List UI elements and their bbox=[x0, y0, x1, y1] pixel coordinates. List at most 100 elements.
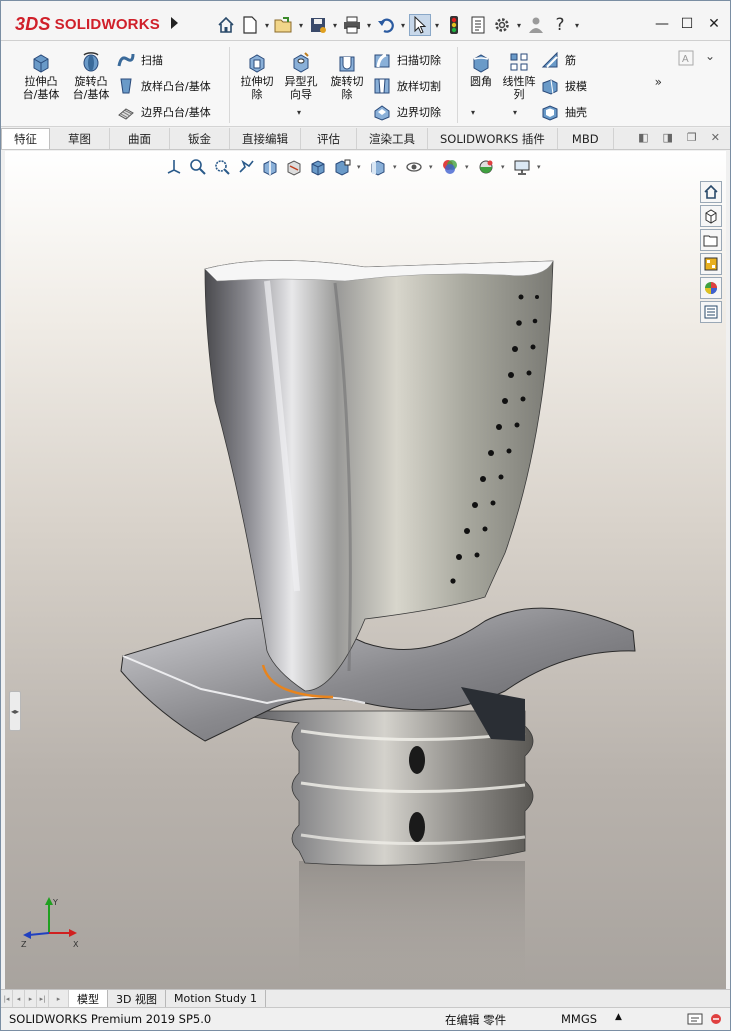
revolve-cut-button[interactable]: 旋转切 除 bbox=[323, 51, 371, 121]
open-dropdown-icon[interactable]: ▾ bbox=[297, 14, 305, 36]
unit-system[interactable]: MMGS bbox=[561, 1012, 597, 1026]
print-dropdown-icon[interactable]: ▾ bbox=[365, 14, 373, 36]
ribbon-collapse-icon[interactable]: ⌄ bbox=[705, 49, 715, 63]
scroll-previous-icon[interactable]: ◂ bbox=[13, 990, 25, 1007]
help-dropdown-icon[interactable]: ▾ bbox=[573, 14, 581, 36]
tab-render-tools[interactable]: 渲染工具 bbox=[357, 128, 428, 149]
scroll-first-icon[interactable]: |◂ bbox=[1, 990, 13, 1007]
loft-boss-label: 放样凸台/基体 bbox=[141, 80, 211, 93]
boundary-boss-label: 边界凸台/基体 bbox=[141, 106, 211, 119]
rib-label: 筋 bbox=[565, 54, 576, 67]
tab-model[interactable]: 模型 bbox=[69, 990, 108, 1007]
scroll-extra-icon[interactable]: ▸ bbox=[49, 990, 69, 1007]
draft-icon bbox=[542, 79, 558, 95]
menu-flyout-arrow-icon[interactable] bbox=[171, 17, 178, 29]
close-document-icon[interactable]: ✕ bbox=[711, 131, 720, 144]
shell-icon bbox=[542, 105, 558, 121]
save-icon[interactable] bbox=[307, 14, 329, 36]
revolve-boss-label-1: 旋转凸 bbox=[74, 75, 108, 88]
draft-button[interactable]: 拔模 bbox=[541, 75, 587, 97]
rebuild-status-icon[interactable] bbox=[687, 1012, 703, 1029]
fillet-dropdown-icon[interactable]: ▾ bbox=[471, 108, 475, 117]
revolve-cut-label-1: 旋转切 bbox=[330, 75, 364, 88]
product-version: SOLIDWORKS Premium 2019 SP5.0 bbox=[9, 1012, 212, 1026]
turbine-blade-model[interactable] bbox=[5, 151, 726, 989]
user-icon[interactable] bbox=[525, 14, 547, 36]
tab-mbd[interactable]: MBD bbox=[558, 128, 614, 149]
tab-surfaces[interactable]: 曲面 bbox=[110, 128, 170, 149]
new-document-icon[interactable] bbox=[239, 14, 261, 36]
undo-icon[interactable] bbox=[375, 14, 397, 36]
tab-sketch[interactable]: 草图 bbox=[50, 128, 110, 149]
lofted-cut-button[interactable]: 放样切割 bbox=[373, 75, 441, 97]
status-options-icon[interactable] bbox=[709, 1012, 723, 1029]
shell-label: 抽壳 bbox=[565, 106, 587, 119]
tab-evaluate[interactable]: 评估 bbox=[301, 128, 357, 149]
file-properties-icon[interactable] bbox=[467, 14, 489, 36]
tab-solidworks-addins[interactable]: SOLIDWORKS 插件 bbox=[428, 128, 558, 149]
close-button[interactable]: ✕ bbox=[703, 15, 725, 33]
undo-dropdown-icon[interactable]: ▾ bbox=[399, 14, 407, 36]
tab-3d-views[interactable]: 3D 视图 bbox=[108, 990, 166, 1007]
boundary-cut-button[interactable]: 边界切除 bbox=[373, 101, 441, 123]
solidworks-window: 3DS SOLIDWORKS ▾ ▾ ▾ ▾ ▾ ▾ ▾ ? ▾ — ☐ ✕ 拉… bbox=[0, 0, 731, 1031]
scroll-last-icon[interactable]: ▸| bbox=[37, 990, 49, 1007]
panel-left-icon[interactable]: ◧ bbox=[638, 131, 648, 144]
lofted-cut-label: 放样切割 bbox=[397, 80, 441, 93]
unit-system-caret-icon[interactable]: ▲ bbox=[615, 1012, 622, 1022]
swept-cut-icon bbox=[374, 53, 390, 68]
options-gear-icon[interactable] bbox=[491, 14, 513, 36]
tab-features[interactable]: 特征 bbox=[1, 128, 50, 149]
editing-status: 在编辑 零件 bbox=[445, 1013, 507, 1027]
shell-button[interactable]: 抽壳 bbox=[541, 101, 587, 123]
swept-cut-button[interactable]: 扫描切除 bbox=[373, 49, 441, 71]
rib-button[interactable]: 筋 bbox=[541, 49, 576, 71]
solidworks-logo[interactable]: 3DS SOLIDWORKS bbox=[15, 9, 165, 39]
loft-boss-button[interactable]: 放样凸台/基体 bbox=[117, 75, 211, 97]
maximize-button[interactable]: ☐ bbox=[676, 15, 698, 33]
boundary-cut-label: 边界切除 bbox=[397, 106, 441, 119]
panel-right-icon[interactable]: ◨ bbox=[663, 131, 673, 144]
hole-wizard-dropdown-icon[interactable]: ▾ bbox=[297, 108, 301, 117]
save-dropdown-icon[interactable]: ▾ bbox=[331, 14, 339, 36]
graphics-area[interactable]: ▾ ▾ ▾ ▾ ▾ ▾ ◂▸ Y X Z bbox=[5, 151, 726, 989]
ds-logo-mark: 3DS bbox=[15, 13, 51, 34]
extrude-cut-label-2: 除 bbox=[251, 88, 263, 101]
rebuild-traffic-light-icon[interactable] bbox=[443, 14, 465, 36]
home-icon[interactable] bbox=[215, 14, 237, 36]
open-icon[interactable] bbox=[273, 14, 295, 36]
new-dropdown-icon[interactable]: ▾ bbox=[263, 14, 271, 36]
tab-direct-editing[interactable]: 直接编辑 bbox=[230, 128, 301, 149]
svg-text:Y: Y bbox=[52, 898, 58, 907]
extrude-boss-button[interactable]: 拉伸凸 台/基体 bbox=[17, 51, 65, 121]
status-bar: SOLIDWORKS Premium 2019 SP5.0 在编辑 零件 MMG… bbox=[1, 1007, 730, 1030]
revolve-cut-label-2: 除 bbox=[341, 88, 353, 101]
minimize-button[interactable]: — bbox=[651, 15, 673, 33]
print-icon[interactable] bbox=[341, 14, 363, 36]
linear-pattern-dropdown-icon[interactable]: ▾ bbox=[513, 108, 517, 117]
select-pointer-icon[interactable] bbox=[409, 14, 431, 36]
svg-text:Z: Z bbox=[21, 940, 27, 949]
ribbon-more-button[interactable]: » bbox=[655, 75, 662, 89]
revolve-boss-button[interactable]: 旋转凸 台/基体 bbox=[67, 51, 115, 121]
sweep-button[interactable]: 扫描 bbox=[117, 49, 163, 71]
tab-sheet-metal[interactable]: 钣金 bbox=[170, 128, 230, 149]
brand-name: SOLIDWORKS bbox=[54, 15, 160, 33]
revolve-boss-label-2: 台/基体 bbox=[72, 88, 110, 101]
svg-text:A: A bbox=[682, 54, 689, 65]
extrude-cut-button[interactable]: 拉伸切 除 bbox=[233, 51, 281, 121]
revolve-boss-icon bbox=[83, 52, 99, 72]
scroll-next-icon[interactable]: ▸ bbox=[25, 990, 37, 1007]
options-dropdown-icon[interactable]: ▾ bbox=[515, 14, 523, 36]
restore-icon[interactable]: ❐ bbox=[687, 131, 697, 144]
linear-pattern-icon bbox=[510, 53, 528, 71]
boundary-boss-button[interactable]: 边界凸台/基体 bbox=[117, 101, 211, 123]
linear-pattern-button[interactable]: 线性阵 列 bbox=[495, 51, 543, 121]
tab-motion-study[interactable]: Motion Study 1 bbox=[166, 990, 267, 1007]
select-dropdown-icon[interactable]: ▾ bbox=[433, 14, 441, 36]
search-commands-icon[interactable]: A bbox=[677, 49, 699, 69]
linear-pattern-label-2: 列 bbox=[513, 88, 525, 101]
feature-manager-expand-handle[interactable]: ◂▸ bbox=[9, 691, 21, 731]
help-icon[interactable]: ? bbox=[549, 14, 571, 36]
ribbon-separator bbox=[229, 47, 230, 123]
